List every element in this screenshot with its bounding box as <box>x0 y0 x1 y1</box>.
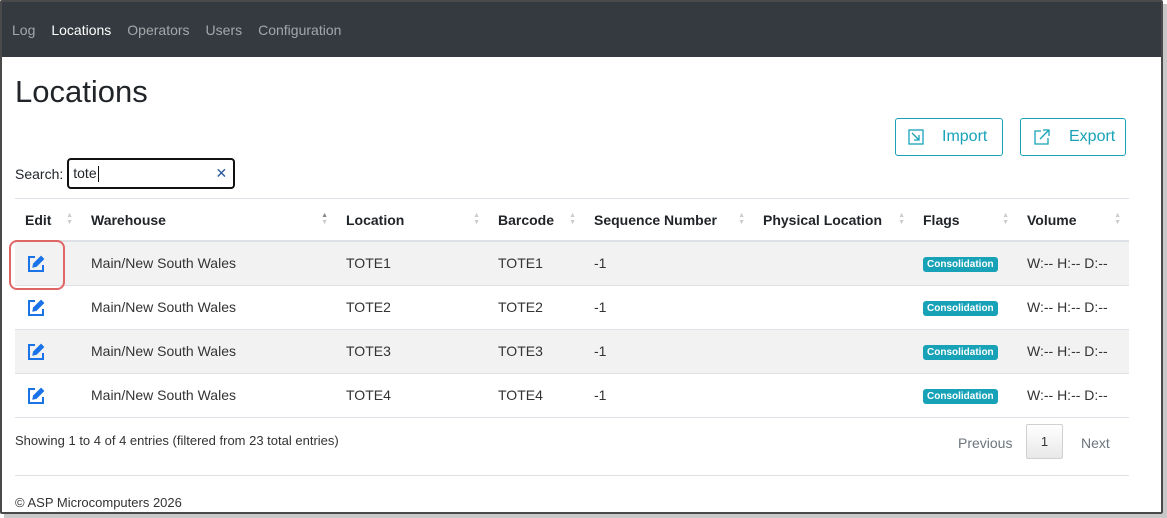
page-1-button[interactable]: 1 <box>1026 424 1063 459</box>
volume-cell: W:-- H:-- D:-- <box>1017 240 1129 285</box>
warehouse-cell: Main/New South Wales <box>81 328 336 373</box>
pencil-square-icon[interactable] <box>27 299 45 317</box>
nav-locations[interactable]: Locations <box>51 22 111 38</box>
search-input[interactable]: tote ✕ <box>67 158 236 189</box>
pencil-square-icon[interactable] <box>27 343 45 361</box>
location-cell: TOTE4 <box>336 372 488 418</box>
edit-cell <box>15 372 81 418</box>
locations-table: Edit ▲ ▼ Warehouse ▲ ▼ Location ▲ ▼ Barcode ▲ ▼ … <box>9 199 1129 418</box>
sequence-cell: -1 <box>584 284 753 329</box>
next-button[interactable]: Next <box>1081 435 1110 451</box>
physical-location-cell <box>753 372 913 418</box>
table-row: Main/New South Wales TOTE3 TOTE3 -1 Cons… <box>15 328 1129 373</box>
warehouse-cell: Main/New South Wales <box>81 284 336 329</box>
external-link-icon <box>1034 129 1050 145</box>
search-value: tote <box>73 164 97 181</box>
flag-badge: Consolidation <box>923 301 998 316</box>
flags-cell: Consolidation <box>913 284 1017 329</box>
warehouse-cell: Main/New South Wales <box>81 372 336 418</box>
top-navbar: Log Locations Operators Users Configurat… <box>2 2 1161 57</box>
footer-divider <box>15 475 1129 476</box>
import-label: Import <box>942 128 988 145</box>
flags-cell: Consolidation <box>913 240 1017 285</box>
barcode-cell: TOTE2 <box>488 284 584 329</box>
previous-button[interactable]: Previous <box>958 435 1012 451</box>
import-icon <box>908 129 924 145</box>
flags-cell: Consolidation <box>913 328 1017 373</box>
page-title: Locations <box>15 74 148 109</box>
warehouse-cell: Main/New South Wales <box>81 240 336 285</box>
column-header-edit[interactable]: Edit ▲ ▼ <box>15 199 81 242</box>
physical-location-cell <box>753 284 913 329</box>
sequence-cell: -1 <box>584 240 753 285</box>
nav-log[interactable]: Log <box>12 22 35 38</box>
flags-cell: Consolidation <box>913 372 1017 418</box>
column-header-barcode[interactable]: Barcode ▲ ▼ <box>488 199 584 242</box>
export-label: Export <box>1069 128 1116 145</box>
location-cell: TOTE3 <box>336 328 488 373</box>
export-button[interactable]: Export <box>1020 118 1126 156</box>
window-shadow <box>4 514 1167 518</box>
search-row: Search: tote ✕ <box>15 158 236 189</box>
column-header-warehouse[interactable]: Warehouse ▲ ▼ <box>81 199 336 242</box>
column-header-sequence-number[interactable]: Sequence Number ▲ ▼ <box>584 199 753 242</box>
table-header-row: Edit ▲ ▼ Warehouse ▲ ▼ Location ▲ ▼ Barcode ▲ ▼ … <box>15 199 1129 242</box>
barcode-cell: TOTE4 <box>488 372 584 418</box>
table-info: Showing 1 to 4 of 4 entries (filtered fr… <box>15 433 339 448</box>
flag-badge: Consolidation <box>923 389 998 404</box>
footer-copyright: © ASP Microcomputers 2026 <box>15 495 182 510</box>
pencil-square-icon[interactable] <box>27 387 45 405</box>
edit-cell <box>15 284 81 329</box>
search-label: Search: <box>15 165 64 182</box>
flag-badge: Consolidation <box>923 345 998 360</box>
location-cell: TOTE2 <box>336 284 488 329</box>
table-row: Main/New South Wales TOTE2 TOTE2 -1 Cons… <box>15 284 1129 329</box>
physical-location-cell <box>753 328 913 373</box>
nav-operators[interactable]: Operators <box>127 22 189 38</box>
edit-cell <box>9 240 81 290</box>
column-header-volume[interactable]: Volume ▲ ▼ <box>1017 199 1129 242</box>
column-header-location[interactable]: Location ▲ ▼ <box>336 199 488 242</box>
location-cell: TOTE1 <box>336 240 488 285</box>
table-row: Main/New South Wales TOTE1 TOTE1 -1 Cons… <box>9 240 1129 290</box>
physical-location-cell <box>753 240 913 285</box>
column-header-physical-location[interactable]: Physical Location ▲ ▼ <box>753 199 913 242</box>
barcode-cell: TOTE1 <box>488 240 584 285</box>
highlight-box <box>9 240 65 290</box>
nav-users[interactable]: Users <box>206 22 243 38</box>
sequence-cell: -1 <box>584 328 753 373</box>
flag-badge: Consolidation <box>923 257 998 273</box>
column-header-flags[interactable]: Flags ▲ ▼ <box>913 199 1017 242</box>
close-icon[interactable]: ✕ <box>216 165 228 182</box>
nav-configuration[interactable]: Configuration <box>258 22 341 38</box>
volume-cell: W:-- H:-- D:-- <box>1017 372 1129 418</box>
barcode-cell: TOTE3 <box>488 328 584 373</box>
app-window: Log Locations Operators Users Configurat… <box>0 0 1163 514</box>
table-row: Main/New South Wales TOTE4 TOTE4 -1 Cons… <box>15 372 1129 418</box>
volume-cell: W:-- H:-- D:-- <box>1017 284 1129 329</box>
window-shadow <box>1163 4 1167 518</box>
edit-cell <box>15 328 81 373</box>
volume-cell: W:-- H:-- D:-- <box>1017 328 1129 373</box>
sequence-cell: -1 <box>584 372 753 418</box>
import-button[interactable]: Import <box>895 118 1003 156</box>
